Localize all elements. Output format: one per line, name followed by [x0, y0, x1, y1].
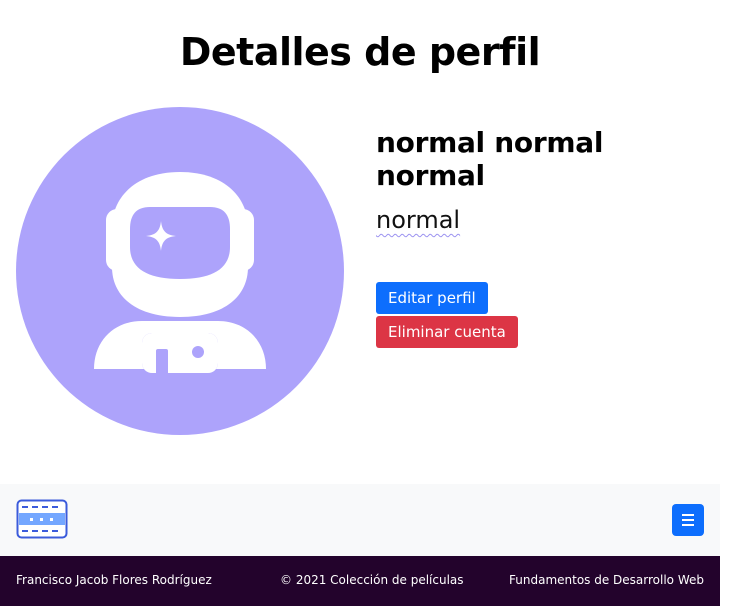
footer-author: Francisco Jacob Flores Rodríguez	[16, 573, 212, 587]
main-content: Detalles de perfil normal normal normal …	[0, 0, 720, 484]
brand-logo-link[interactable]	[16, 499, 68, 539]
profile-full-name: normal normal normal	[376, 126, 604, 192]
footer-course: Fundamentos de Desarrollo Web	[509, 573, 704, 587]
menu-toggle-button[interactable]	[672, 504, 704, 536]
profile-role: normal	[376, 206, 461, 234]
profile-avatar	[16, 107, 344, 435]
edit-profile-button[interactable]: Editar perfil	[376, 282, 488, 314]
page-title: Detalles de perfil	[179, 30, 541, 74]
footer: Francisco Jacob Flores Rodríguez © 2021 …	[0, 556, 720, 606]
footer-copyright: © 2021 Colección de películas	[280, 573, 464, 587]
page: Detalles de perfil normal normal normal …	[0, 0, 736, 606]
astronaut-icon	[94, 172, 266, 375]
film-strip-icon	[16, 499, 68, 539]
navbar	[0, 484, 720, 556]
delete-account-button[interactable]: Eliminar cuenta	[376, 316, 518, 348]
